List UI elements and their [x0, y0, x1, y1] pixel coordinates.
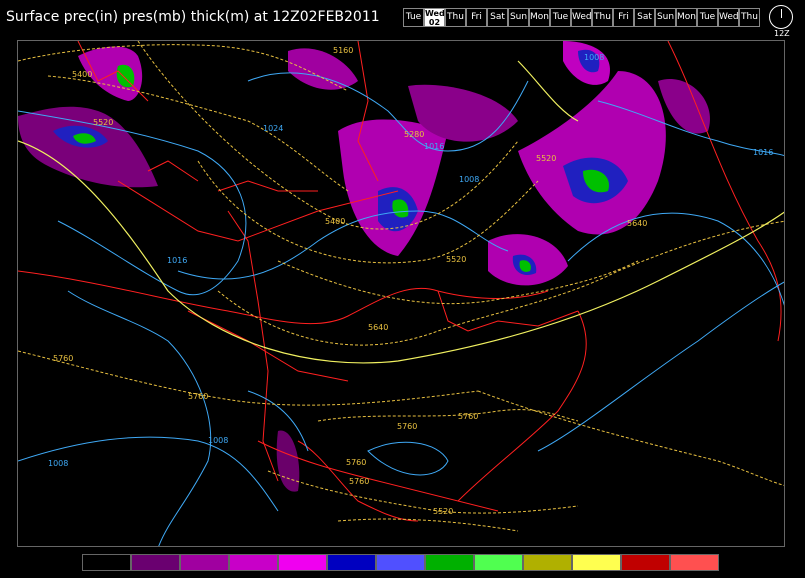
- thickness-label: 5400: [72, 70, 92, 79]
- precip-color-legend: [82, 554, 719, 571]
- isobar-label: 1016: [167, 256, 187, 265]
- day-label: Sat: [637, 12, 652, 22]
- day-label: Fri: [618, 12, 629, 22]
- legend-swatch: [229, 554, 278, 571]
- day-label: Tue: [552, 12, 569, 22]
- thickness-label: 5760: [346, 458, 366, 467]
- day-selector: Tue Wed 02 Thu Fri Sat Sun Mon Tue Wed Thu Fri Sat Su…: [403, 8, 760, 27]
- legend-swatch: [572, 554, 621, 571]
- day-button[interactable]: Wed 02: [424, 8, 445, 27]
- thickness-labels: 5160 5400 5520 5280 5520 5400 5520 5640 …: [53, 46, 647, 516]
- thickness-label: 5760: [349, 477, 369, 486]
- isobar-label: 1016: [753, 148, 773, 157]
- day-label: Mon: [530, 12, 549, 22]
- thickness-contours: [18, 41, 784, 532]
- pressure-labels: 1024 1016 1016 1008 1008 1016 1008 1008: [48, 53, 773, 468]
- isobar-label: 1008: [48, 459, 68, 468]
- day-button[interactable]: Wed: [718, 8, 739, 27]
- clock-icon[interactable]: [769, 5, 793, 29]
- thickness-label: 5760: [458, 412, 478, 421]
- day-label: Fri: [471, 12, 482, 22]
- thickness-label: 5760: [53, 354, 73, 363]
- thickness-label: 5520: [433, 507, 453, 516]
- thickness-label: 5640: [627, 219, 647, 228]
- day-label: Thu: [594, 12, 611, 22]
- thickness-label: 5640: [368, 323, 388, 332]
- isobar-label: 1008: [208, 436, 228, 445]
- legend-swatch: [523, 554, 572, 571]
- day-button[interactable]: Tue: [697, 8, 718, 27]
- day-label: Sat: [490, 12, 505, 22]
- legend-swatch: [474, 554, 523, 571]
- day-button[interactable]: Tue: [550, 8, 571, 27]
- day-button[interactable]: Mon: [529, 8, 550, 27]
- thickness-label: 5760: [397, 422, 417, 431]
- thickness-label: 5160: [333, 46, 353, 55]
- thickness-label: 5280: [404, 130, 424, 139]
- legend-swatch: [327, 554, 376, 571]
- day-button[interactable]: Sun: [508, 8, 529, 27]
- day-label: Sun: [656, 12, 675, 22]
- day-label: Tue: [699, 12, 716, 22]
- borders: [18, 41, 782, 522]
- legend-swatch: [621, 554, 670, 571]
- legend-swatch: [278, 554, 327, 571]
- thickness-label: 5760: [188, 392, 208, 401]
- weather-map: 1024 1016 1016 1008 1008 1016 1008 1008 …: [17, 40, 785, 547]
- day-button[interactable]: Tue: [403, 8, 424, 27]
- isobar-label: 1016: [424, 142, 444, 151]
- day-label: Wed: [572, 12, 592, 22]
- legend-swatch: [180, 554, 229, 571]
- day-button[interactable]: Mon: [676, 8, 697, 27]
- day-button[interactable]: Wed: [571, 8, 592, 27]
- day-button[interactable]: Sun: [655, 8, 676, 27]
- day-label: Mon: [677, 12, 696, 22]
- precipitation-areas: [18, 41, 710, 492]
- thickness-label: 5520: [446, 255, 466, 264]
- day-button[interactable]: Thu: [592, 8, 613, 27]
- isobar-label: 1008: [459, 175, 479, 184]
- day-button[interactable]: Thu: [445, 8, 466, 27]
- legend-swatch: [82, 554, 131, 571]
- day-label: Wed: [425, 9, 445, 18]
- day-label: Thu: [741, 12, 758, 22]
- map-title: Surface prec(in) pres(mb) thick(m) at 12…: [6, 9, 380, 25]
- day-label: Wed: [719, 12, 739, 22]
- isobar-label: 1008: [584, 53, 604, 62]
- legend-swatch: [425, 554, 474, 571]
- day-label: Sun: [509, 12, 528, 22]
- legend-swatch: [376, 554, 425, 571]
- thickness-label: 5400: [325, 217, 345, 226]
- day-label: Thu: [447, 12, 464, 22]
- day-button[interactable]: Thu: [739, 8, 760, 27]
- clock-label: 12Z: [774, 29, 790, 38]
- legend-swatch: [131, 554, 180, 571]
- day-button[interactable]: Sat: [634, 8, 655, 27]
- day-button[interactable]: Fri: [613, 8, 634, 27]
- legend-swatch: [670, 554, 719, 571]
- day-date: 02: [428, 18, 441, 27]
- isobar-label: 1024: [263, 124, 283, 133]
- day-button[interactable]: Sat: [487, 8, 508, 27]
- thickness-label: 5520: [536, 154, 556, 163]
- map-canvas: 1024 1016 1016 1008 1008 1016 1008 1008 …: [18, 41, 784, 546]
- thickness-label: 5520: [93, 118, 113, 127]
- day-button[interactable]: Fri: [466, 8, 487, 27]
- day-label: Tue: [405, 12, 422, 22]
